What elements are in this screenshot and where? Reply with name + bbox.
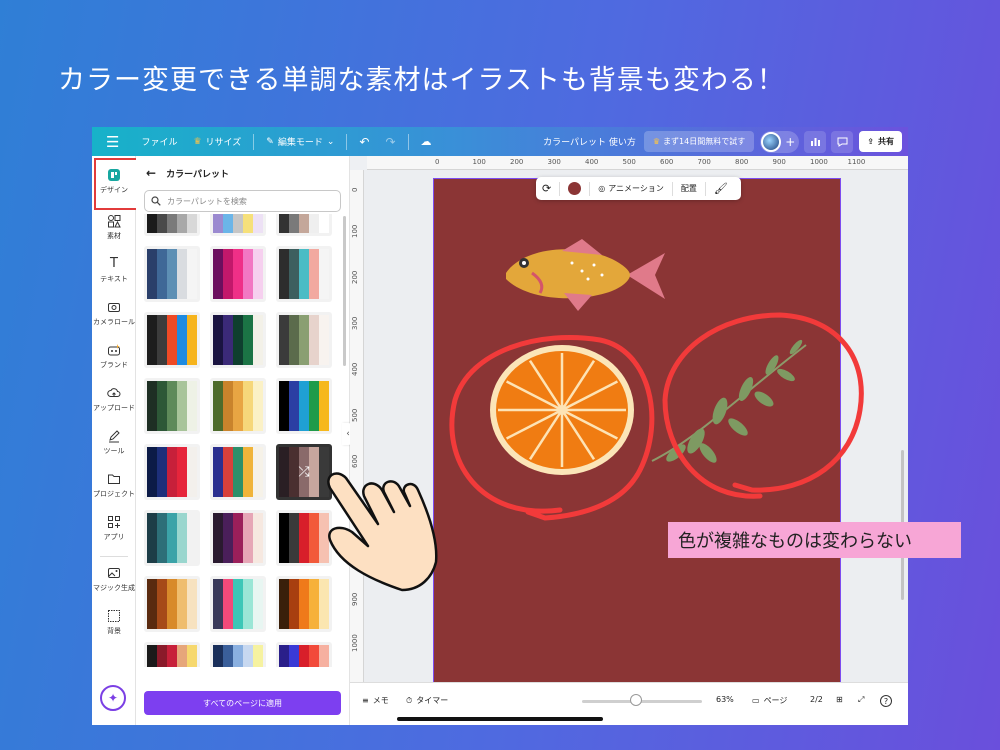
callout-label: 色が複雑なものは変わらない [668, 522, 961, 558]
highlight-circle-branch [662, 312, 864, 499]
highlight-circle-orange [449, 335, 655, 521]
pointing-hand-icon [327, 472, 438, 592]
annotation-overlay [327, 312, 864, 592]
